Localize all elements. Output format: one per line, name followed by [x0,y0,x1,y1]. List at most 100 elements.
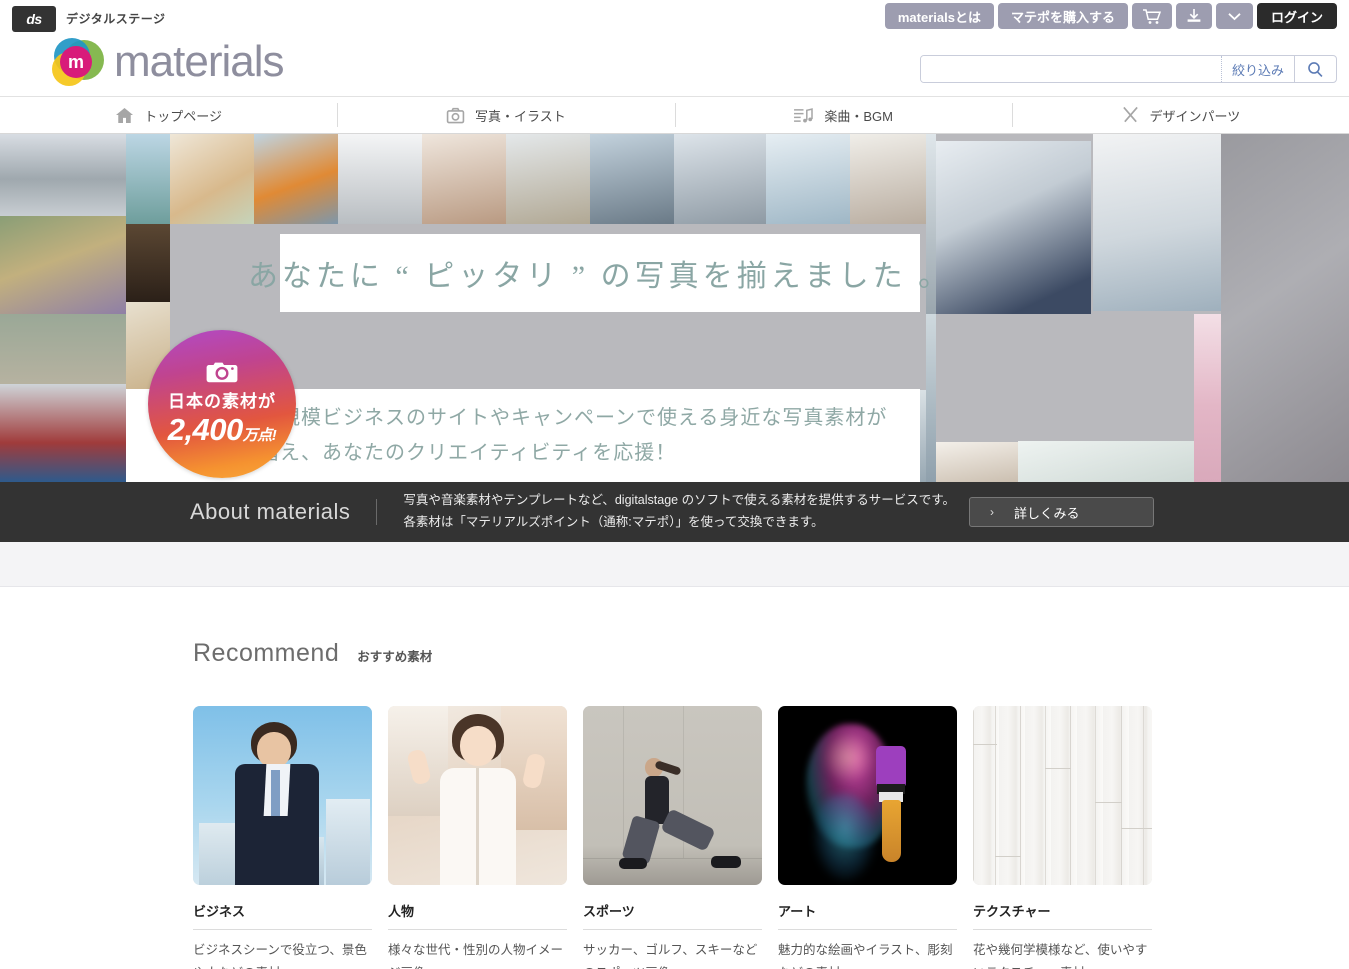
mosaic-tile [0,314,126,384]
card-thumbnail-business[interactable] [193,706,372,885]
card-description: ビジネスシーンで役立つ、景色や人などの素材 [193,943,367,969]
digitalstage-logo-text: ds [26,11,42,27]
recommend-heading: Recommend おすすめ素材 [193,639,1349,668]
search-input[interactable] [920,56,1221,82]
card-thumbnail-people[interactable] [388,706,567,885]
mosaic-tile [0,216,126,314]
nav-item-top[interactable]: トップページ [0,97,337,133]
mosaic-tile [338,134,422,224]
mosaic-tile [254,134,338,224]
recommend-card[interactable]: 人物 様々な世代・性別の人物イメージ画像 [388,706,567,969]
home-icon [116,107,134,123]
mosaic-tile [506,134,590,224]
recommend-title-jp: おすすめ素材 [357,650,433,664]
mosaic-tile [850,134,926,224]
nav-label: トップページ [144,108,222,124]
chevron-down-icon [1228,12,1241,20]
mosaic-tile [590,134,674,224]
download-icon [1187,8,1201,22]
cart-icon [1142,8,1162,24]
mosaic-tile [1194,314,1221,482]
recommend-card[interactable]: アート 魅力的な絵画やイラスト、彫刻などの素材 [778,706,957,969]
about-button-label: 詳しくみる [1014,505,1080,521]
brand-logo[interactable]: materials [52,36,284,88]
scissors-icon [1122,106,1138,123]
mosaic-tile [766,134,850,224]
badge-mark: ! [271,427,277,445]
mosaic-tile [422,134,506,224]
about-section: About materials 写真や音楽素材やテンプレートなど、digital… [0,482,1349,542]
card-description: サッカー、ゴルフ、スキーなどのスポーツ画像 [583,943,758,969]
search-bar: 絞り込み [919,55,1337,83]
card-thumbnail-sports[interactable] [583,706,762,885]
utility-buttons: materialsとは マテポを購入する ログイン [884,3,1337,29]
nav-item-design-parts[interactable]: デザインパーツ [1011,97,1349,133]
mosaic-tile [936,442,1018,482]
about-copy: 写真や音楽素材やテンプレートなど、digitalstage のソフトで使える素材… [403,490,955,534]
camera-icon [446,107,465,123]
card-thumbnail-texture[interactable] [973,706,1152,885]
mosaic-tile [1093,134,1221,311]
mosaic-tile [1018,441,1194,482]
music-list-icon [794,107,814,122]
card-description: 魅力的な絵画やイラスト、彫刻などの素材 [778,943,953,969]
search-filter-button[interactable]: 絞り込み [1220,56,1294,82]
top-header: ds デジタルステージ materials materialsとは マテポを購入… [0,0,1349,96]
materials-logo-icon [52,36,104,88]
mosaic-tile [126,134,170,224]
card-description: 花や幾何学模様など、使いやすいテクスチャー素材 [973,943,1148,969]
hero-subtitle-line2: 大幅に増え、あなたのクリエイティビティを応援！ [196,441,677,464]
mosaic-tile [1221,134,1349,482]
card-title: スポーツ [583,885,762,930]
card-description: 様々な世代・性別の人物イメージ画像 [388,943,564,969]
card-title: テクスチャー [973,885,1152,930]
company-name: デジタルステージ [66,12,166,26]
search-submit-button[interactable] [1294,56,1336,82]
section-divider [0,542,1349,587]
about-materials-button[interactable]: materialsとは [884,3,994,29]
card-title: 人物 [388,885,567,930]
main-navigation: トップページ 写真・イラスト 楽曲・BGM デザインパーツ [0,96,1349,134]
mosaic-tile [0,384,126,482]
cart-button[interactable] [1131,3,1172,29]
recommend-title-en: Recommend [193,639,340,667]
mosaic-tile [170,134,254,224]
badge-line1: 日本の素材が [168,392,276,412]
badge-unit: 万点 [242,427,273,445]
chevron-right-icon: › [990,505,994,519]
mosaic-tile [674,134,766,224]
more-menu-button[interactable] [1215,3,1253,29]
mosaic-tile [936,141,1091,314]
about-copy-line1: 写真や音楽素材やテンプレートなど、digitalstage のソフトで使える素材… [403,493,955,508]
recommend-card[interactable]: スポーツ サッカー、ゴルフ、スキーなどのスポーツ画像 [583,706,762,969]
hero-title: あなたに “ ピッタリ ” の写真を揃えました 。 [247,260,953,293]
about-copy-line2: 各素材は「マテリアルズポイント（通称:マテポ）」を使って交換できます。 [403,515,824,529]
recommend-section: Recommend おすすめ素材 ビジネス ビジネスシーンで役立つ、景色や人など… [0,587,1349,969]
about-detail-button[interactable]: › 詳しくみる [969,497,1154,527]
recommend-card[interactable]: テクスチャー 花や幾何学模様など、使いやすいテクスチャー素材 [973,706,1152,969]
card-title: ビジネス [193,885,372,930]
about-title: About materials [190,499,378,525]
material-count-badge: 日本の素材が 2,400万点! [148,330,296,478]
download-button[interactable] [1175,3,1212,29]
mosaic-tile [126,224,170,302]
login-button[interactable]: ログイン [1256,3,1337,29]
badge-camera-wrap [206,360,238,389]
camera-icon [206,362,238,383]
nav-label: デザインパーツ [1149,108,1241,124]
hero-subtitle-line1: 店舗や小規模ビジネスのサイトやキャンペーンで使える身近な写真素材が [196,406,888,429]
nav-label: 楽曲・BGM [824,108,893,124]
card-title: アート [778,885,957,930]
mosaic-tile [0,134,126,216]
search-icon [1308,61,1323,77]
badge-line2: 2,400万点! [168,412,277,448]
digitalstage-logo[interactable]: ds [12,6,56,32]
card-thumbnail-art[interactable] [778,706,957,885]
mosaic-tile [926,314,936,482]
badge-number: 2,400 [167,412,244,448]
nav-label: 写真・イラスト [475,108,566,124]
buy-matepo-button[interactable]: マテポを購入する [997,3,1128,29]
nav-item-photo[interactable]: 写真・イラスト [337,97,674,133]
nav-item-music[interactable]: 楽曲・BGM [674,97,1012,133]
recommend-card[interactable]: ビジネス ビジネスシーンで役立つ、景色や人などの素材 [193,706,372,969]
